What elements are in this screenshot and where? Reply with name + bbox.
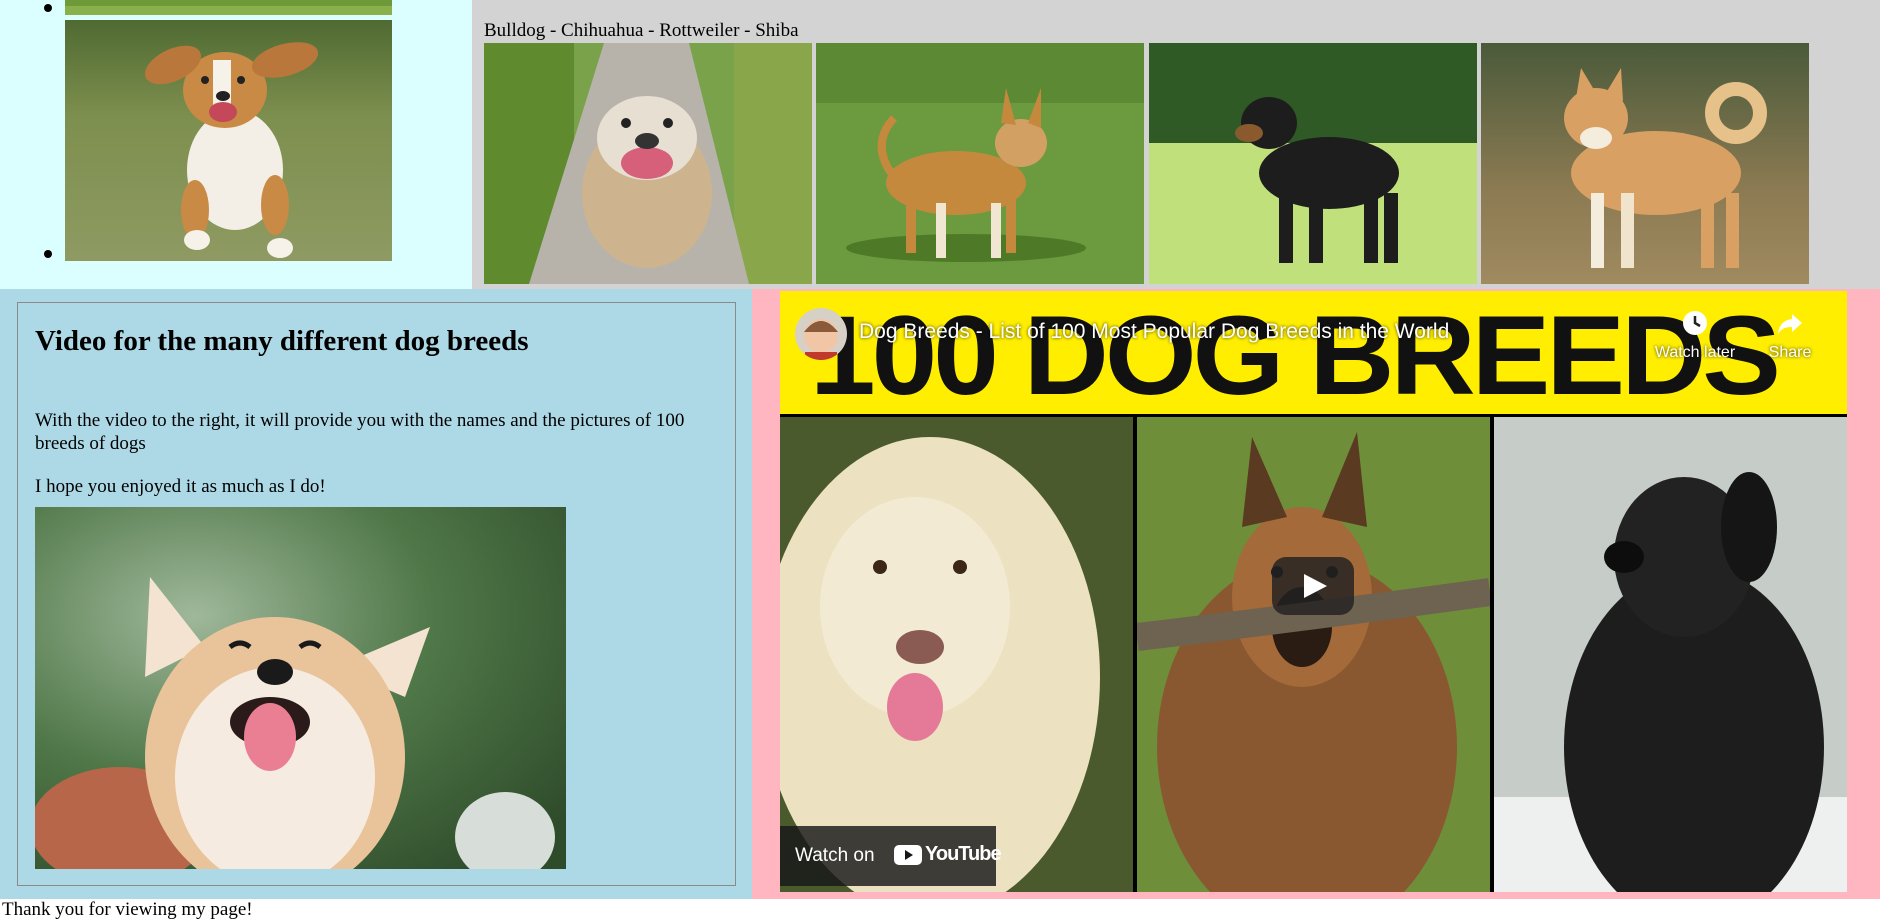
beagle-image (65, 20, 392, 261)
video-thumbnail-german-shepherd (1137, 417, 1490, 892)
list-bullet (44, 4, 52, 12)
youtube-embed[interactable]: 100 DOG BREEDS Dog Breeds - List of 100 … (780, 291, 1847, 892)
rottweiler-image (1149, 43, 1477, 284)
video-thumbnail-golden-retriever (780, 417, 1133, 892)
list-bullet (44, 250, 52, 258)
watch-on-label: Watch on (795, 845, 875, 866)
article-section: Video for the many different dog breeds … (0, 289, 752, 899)
bulldog-image (484, 43, 812, 284)
channel-avatar[interactable] (795, 308, 847, 360)
article-paragraph: I hope you enjoyed it as much as I do! (35, 476, 326, 497)
gallery-caption: Bulldog - Chihuahua - Rottweiler - Shiba (484, 20, 799, 41)
footer-text: Thank you for viewing my page! (2, 899, 253, 920)
youtube-logo-text: YouTube (925, 843, 1002, 865)
article-paragraph: With the video to the right, it will pro… (35, 410, 685, 454)
share-label: Share (1768, 344, 1812, 361)
clock-icon (1683, 311, 1707, 335)
top-left-section (0, 0, 472, 289)
share-button[interactable]: Share (1755, 308, 1825, 362)
watch-on-youtube-button[interactable]: Watch on YouTube (780, 826, 1002, 886)
watch-later-button[interactable]: Watch later (1645, 308, 1745, 362)
youtube-logo-icon (894, 845, 922, 865)
corgi-image (35, 507, 566, 869)
play-button[interactable] (1272, 557, 1354, 615)
play-icon (1304, 574, 1327, 598)
video-title-link[interactable]: Dog Breeds - List of 100 Most Popular Do… (859, 320, 1449, 344)
shiba-image (1481, 43, 1809, 284)
video-thumbnail-black-labrador (1494, 417, 1847, 892)
share-icon (1778, 314, 1802, 334)
article-heading: Video for the many different dog breeds (35, 325, 529, 357)
chihuahua-image (816, 43, 1144, 284)
article-box: Video for the many different dog breeds … (17, 302, 736, 886)
video-section: 100 DOG BREEDS Dog Breeds - List of 100 … (752, 289, 1880, 899)
breed-gallery-section: Bulldog - Chihuahua - Rottweiler - Shiba (472, 0, 1880, 289)
thumbnail-divider (1490, 414, 1494, 892)
watch-later-label: Watch later (1654, 344, 1736, 361)
list-image-partial (65, 0, 392, 15)
thumbnail-divider (1133, 414, 1137, 892)
